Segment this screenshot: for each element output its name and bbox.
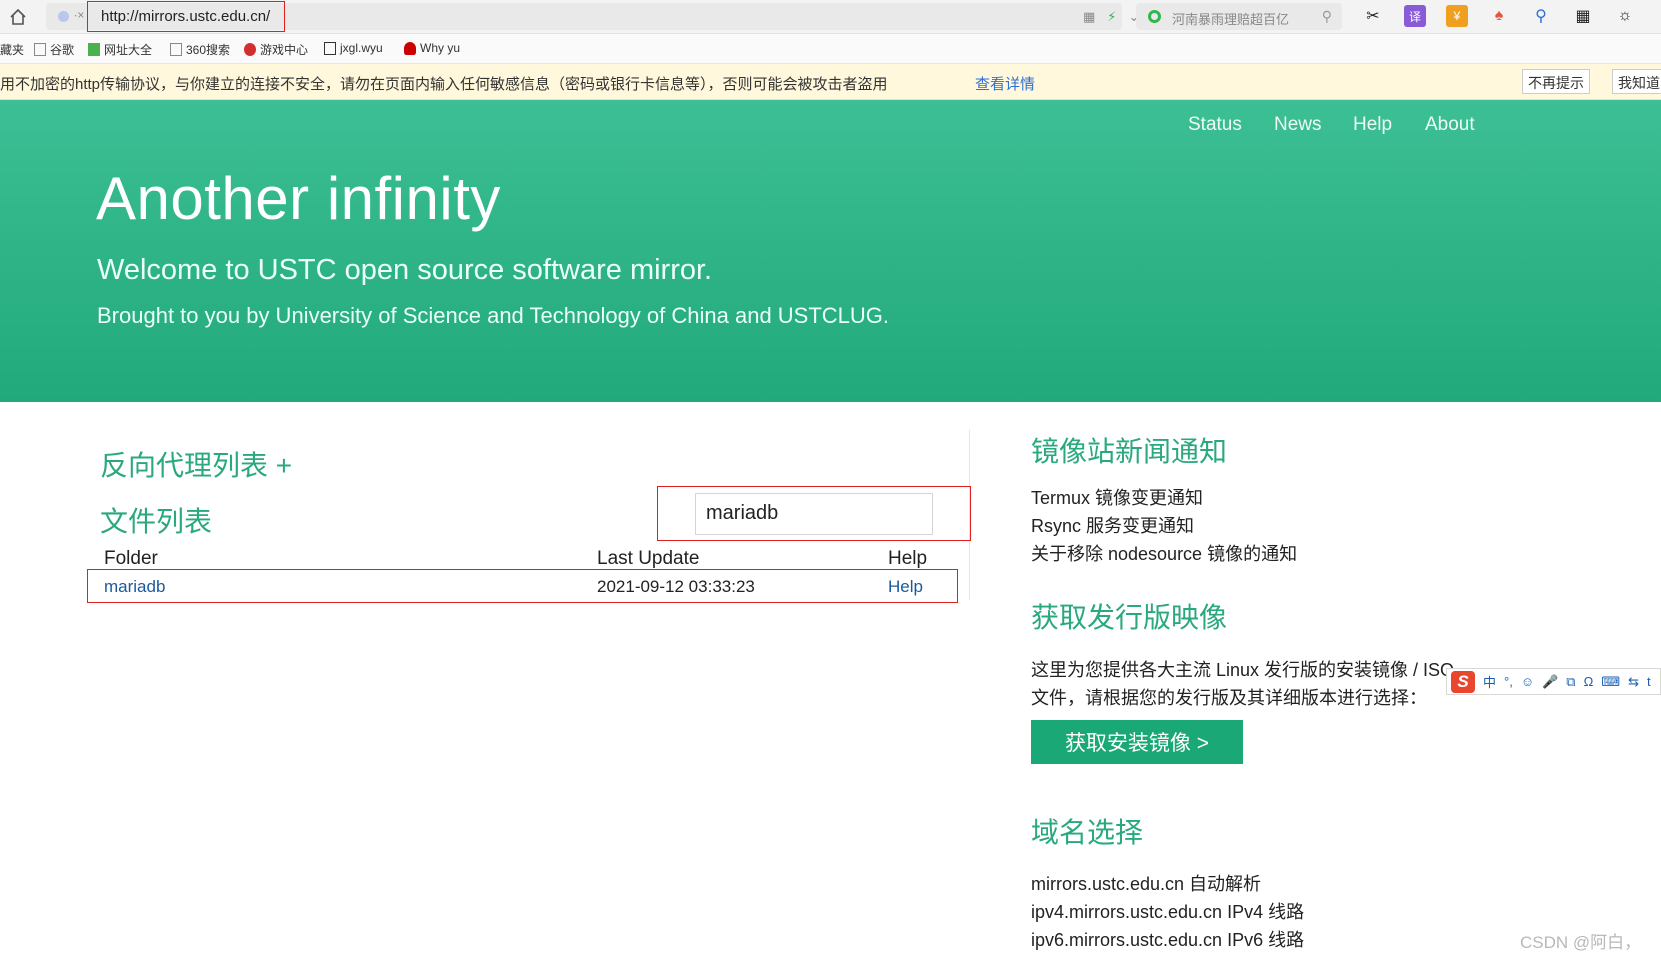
iso-description-line-2: 文件，请根据您的发行版及其详细版本进行选择：: [1031, 688, 1427, 708]
settings-icon[interactable]: ☼: [1614, 5, 1636, 27]
building-icon: [324, 41, 336, 55]
redhat-icon: [404, 41, 416, 55]
bookmark-label: 谷歌: [50, 43, 75, 57]
insecure-icon: ∙×: [74, 8, 85, 22]
iso-description-line-1: 这里为您提供各大主流 Linux 发行版的安装镜像 / ISO: [1031, 660, 1455, 680]
bookmark-google[interactable]: 谷歌: [34, 41, 74, 58]
bookmark-favorites[interactable]: 藏夹: [0, 41, 24, 58]
warning-details-link[interactable]: 查看详情: [975, 73, 1035, 94]
magnifier-icon[interactable]: ⚲: [1530, 5, 1552, 27]
column-header-folder[interactable]: Folder: [104, 548, 158, 570]
translate-icon[interactable]: 译: [1404, 5, 1426, 27]
search-engine-icon[interactable]: [1148, 10, 1161, 23]
ime-more-icon[interactable]: t: [1647, 674, 1651, 689]
ime-emoji-icon[interactable]: ☺: [1521, 674, 1534, 689]
hero-title: Another infinity: [96, 165, 501, 232]
row-highlight-box: [87, 569, 958, 603]
bookmark-label: 藏夹: [0, 43, 25, 57]
bookmark-hao[interactable]: 网址大全: [88, 41, 152, 58]
qr-icon[interactable]: ▦: [1083, 9, 1095, 25]
page-icon: [170, 43, 182, 56]
bookmark-label: 360搜索: [186, 43, 231, 57]
search-box[interactable]: 河南暴雨理赔超百亿 ⚲: [1136, 3, 1342, 30]
news-item[interactable]: Rsync 服务变更通知: [1031, 512, 1194, 538]
no-remind-button[interactable]: 不再提示: [1522, 69, 1590, 94]
toolbar-icons: ✂ 译 ¥ ♠ ⚲ ▦ ☼: [1362, 5, 1636, 27]
ime-screenshot-icon[interactable]: ⧉: [1566, 674, 1575, 690]
got-it-button[interactable]: 我知道: [1612, 69, 1661, 94]
game-center-icon: [244, 43, 256, 56]
bookmark-label: jxgl.wyu: [340, 41, 383, 55]
column-header-last-update[interactable]: Last Update: [597, 548, 699, 570]
domain-item: ipv4.mirrors.ustc.edu.cn IPv4 线路: [1031, 902, 1305, 922]
bookmark-label: Why yu: [420, 41, 461, 55]
domain-item: mirrors.ustc.edu.cn 自动解析: [1031, 874, 1262, 894]
domain-section-title: 域名选择: [1031, 817, 1144, 848]
hero-banner: Status News Help About Another infinity …: [0, 100, 1661, 402]
ime-toolbar[interactable]: S 中 °, ☺ 🎤 ⧉ Ω ⌨ ⇆ t: [1446, 668, 1661, 695]
bookmarks-bar: 藏夹 谷歌 网址大全 360搜索 游戏中心 jxgl.wyu Why yu: [0, 34, 1661, 64]
file-list-title: 文件列表: [100, 506, 213, 537]
news-section-title: 镜像站新闻通知: [1031, 436, 1228, 467]
ime-punctuation-icon[interactable]: °,: [1504, 674, 1513, 689]
security-warning-bar: 用不加密的http传输协议，与你建立的连接不安全，请勿在页面内输入任何敏感信息（…: [0, 64, 1661, 100]
news-item[interactable]: Termux 镜像变更通知: [1031, 484, 1203, 510]
search-highlight-box: [657, 486, 971, 541]
sogou-logo-icon[interactable]: S: [1451, 670, 1475, 693]
hero-byline: Brought to you by University of Science …: [97, 303, 890, 328]
nav-status[interactable]: Status: [1188, 114, 1242, 136]
game-icon[interactable]: ♠: [1488, 5, 1510, 27]
site-info-icon[interactable]: [58, 11, 69, 22]
warning-text: 用不加密的http传输协议，与你建立的连接不安全，请勿在页面内输入任何敏感信息（…: [0, 76, 888, 93]
hero-subtitle: Welcome to USTC open source software mir…: [97, 254, 713, 286]
apps-grid-icon[interactable]: ▦: [1572, 5, 1594, 27]
domain-item: ipv6.mirrors.ustc.edu.cn IPv6 线路: [1031, 930, 1305, 950]
ime-voice-icon[interactable]: 🎤: [1542, 674, 1558, 690]
url-highlight-box: [87, 1, 285, 32]
page-icon: [34, 43, 46, 56]
bookmark-label: 游戏中心: [260, 43, 309, 57]
nav-news[interactable]: News: [1274, 114, 1322, 136]
nav-help[interactable]: Help: [1353, 114, 1392, 136]
bookmark-games[interactable]: 游戏中心: [244, 41, 308, 58]
ime-chinese-mode[interactable]: 中: [1483, 672, 1496, 691]
home-icon[interactable]: [6, 5, 30, 29]
news-item[interactable]: 关于移除 nodesource 镜像的通知: [1031, 540, 1297, 566]
ime-skin-icon[interactable]: Ω: [1584, 674, 1594, 689]
ime-keyboard-icon[interactable]: ⌨: [1601, 674, 1620, 690]
watermark: CSDN @阿白，: [1520, 933, 1642, 952]
nav-about[interactable]: About: [1425, 114, 1475, 136]
coupon-icon[interactable]: ¥: [1446, 5, 1468, 27]
hao-icon: [88, 43, 100, 56]
ime-toolbox-icon[interactable]: ⇆: [1628, 674, 1639, 690]
browser-toolbar: ∙× http://mirrors.ustc.edu.cn/ ▦ ⚡ ⌄ 河南暴…: [0, 0, 1661, 34]
search-icon[interactable]: ⚲: [1322, 8, 1332, 25]
iso-section-title: 获取发行版映像: [1031, 602, 1228, 633]
scissors-icon[interactable]: ✂: [1362, 5, 1384, 27]
bookmark-why[interactable]: Why yu: [404, 41, 460, 55]
lightning-icon[interactable]: ⚡: [1107, 9, 1116, 25]
bookmark-jxgl[interactable]: jxgl.wyu: [324, 41, 383, 55]
proxy-list-toggle[interactable]: 反向代理列表 +: [100, 444, 292, 484]
address-actions: ▦ ⚡ ⌄: [1083, 9, 1139, 25]
get-iso-button[interactable]: 获取安装镜像 >: [1031, 720, 1243, 764]
bookmark-360[interactable]: 360搜索: [170, 41, 230, 58]
bookmark-label: 网址大全: [104, 43, 153, 57]
search-placeholder[interactable]: 河南暴雨理赔超百亿: [1172, 9, 1289, 28]
column-header-help: Help: [888, 548, 928, 569]
